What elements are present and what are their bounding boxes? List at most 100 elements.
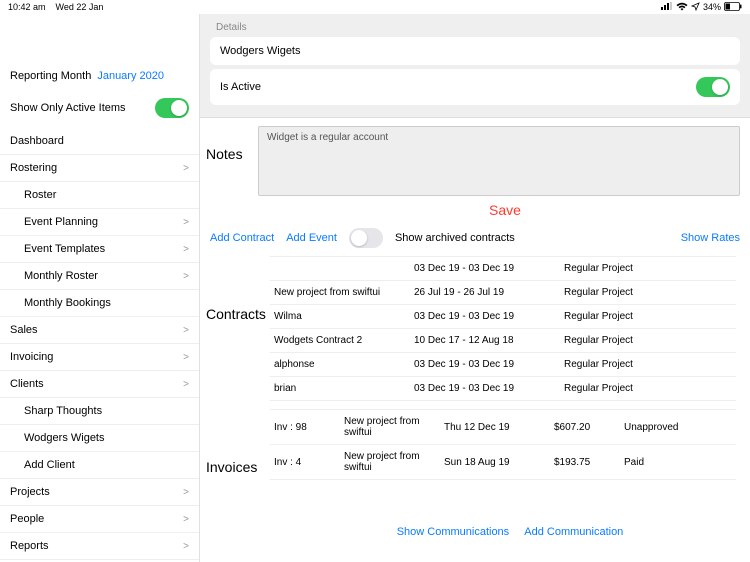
chevron-right-icon: > [183, 244, 189, 255]
contract-type: Regular Project [564, 383, 684, 394]
status-time: 10:42 am [8, 2, 46, 12]
is-active-toggle[interactable] [696, 77, 730, 97]
sidebar-item-label: Roster [24, 189, 56, 201]
add-communication-button[interactable]: Add Communication [524, 526, 623, 538]
add-contract-button[interactable]: Add Contract [210, 232, 274, 244]
wifi-icon [676, 2, 688, 13]
invoice-status: Unapproved [624, 422, 714, 433]
sidebar-item-label: Add Client [24, 459, 75, 471]
contract-row[interactable]: alphonse 03 Dec 19 - 03 Dec 19 Regular Pro… [270, 353, 736, 377]
reporting-month-value[interactable]: January 2020 [97, 70, 164, 82]
invoice-row[interactable]: Inv : 98 New project from swiftui Thu 12 D… [270, 409, 736, 445]
contract-name: Wodgets Contract 2 [274, 335, 404, 346]
contract-row[interactable]: Wilma03 Dec 19 - 03 Dec 19Regular Projec… [270, 305, 736, 329]
sidebar-item-label: Invoicing [10, 351, 53, 363]
invoice-amount: $607.20 [554, 422, 614, 433]
contract-row[interactable]: 03 Dec 19 - 03 Dec 19 Regular Project [270, 256, 736, 281]
contract-type: Regular Project [564, 287, 684, 298]
sidebar-item-label: Rostering [10, 162, 57, 174]
invoice-project: New project from swiftui [344, 416, 434, 438]
communications-row: Show Communications Add Communication [270, 514, 750, 550]
chevron-right-icon: > [183, 379, 189, 390]
invoice-number: Inv : 98 [274, 422, 334, 433]
add-event-button[interactable]: Add Event [286, 232, 337, 244]
sidebar-item-label: Event Templates [24, 243, 105, 255]
sidebar-item-label: Monthly Bookings [24, 297, 111, 309]
sidebar-item-sharp-thoughts[interactable]: Sharp Thoughts [0, 398, 199, 425]
show-rates-button[interactable]: Show Rates [681, 232, 740, 244]
contract-actions-row: Add Contract Add Event Show archived con… [200, 224, 750, 252]
contract-dates: 26 Jul 19 - 26 Jul 19 [414, 287, 554, 298]
sidebar-item-monthly-roster[interactable]: Monthly Roster> [0, 263, 199, 290]
sidebar-item-label: Dashboard [10, 135, 64, 147]
is-active-label: Is Active [220, 81, 261, 93]
chevron-right-icon: > [183, 514, 189, 525]
contract-name: New project from swiftui [274, 287, 404, 298]
sidebar-item-sales[interactable]: Sales> [0, 317, 199, 344]
invoice-row[interactable]: Inv : 4New project from swiftuiSun 18 Au… [270, 445, 736, 480]
show-active-label: Show Only Active Items [10, 102, 126, 114]
invoice-project: New project from swiftui [344, 451, 434, 473]
is-active-row: Is Active [210, 69, 740, 105]
chevron-right-icon: > [183, 541, 189, 552]
invoice-date: Thu 12 Dec 19 [444, 422, 544, 433]
contracts-title: Contracts [200, 256, 270, 322]
sidebar-item-label: Wodgers Wigets [24, 432, 105, 444]
client-name-value: Wodgers Wigets [220, 45, 301, 57]
contract-type: Regular Project [564, 359, 684, 370]
chevron-right-icon: > [183, 163, 189, 174]
invoice-status: Paid [624, 457, 714, 468]
sidebar-item-monthly-bookings[interactable]: Monthly Bookings [0, 290, 199, 317]
sidebar-item-roster[interactable]: Roster [0, 182, 199, 209]
chevron-right-icon: > [183, 325, 189, 336]
contract-name: alphonse [274, 359, 404, 370]
sidebar-item-label: Reports [10, 540, 49, 552]
chevron-right-icon: > [183, 217, 189, 228]
sidebar-item-clients[interactable]: Clients > [0, 371, 199, 398]
sidebar-item-event-templates[interactable]: Event Templates > [0, 236, 199, 263]
content-area: Details Wodgers Wigets Is Active Notes W… [200, 14, 750, 562]
sidebar-item-label: Projects [10, 486, 50, 498]
sidebar-item-people[interactable]: People > [0, 506, 199, 533]
sidebar-item-invoicing[interactable]: Invoicing > [0, 344, 199, 371]
notes-title: Notes [200, 126, 258, 162]
contracts-table: 03 Dec 19 - 03 Dec 19Regular ProjectNew … [270, 256, 750, 401]
status-right: 34% [661, 2, 742, 13]
sidebar-item-event-planning[interactable]: Event Planning> [0, 209, 199, 236]
contract-dates: 03 Dec 19 - 03 Dec 19 [414, 359, 554, 370]
sidebar-item-label: Sharp Thoughts [24, 405, 102, 417]
contract-type: Regular Project [564, 263, 684, 274]
contract-row[interactable]: New project from swiftui 26 Jul 19 - 26 J… [270, 281, 736, 305]
sidebar-item-add-client[interactable]: Add Client [0, 452, 199, 479]
contract-row[interactable]: Wodgets Contract 210 Dec 17 - 12 Aug 18R… [270, 329, 736, 353]
sidebar-item-reports[interactable]: Reports > [0, 533, 199, 560]
sidebar-item-label: Monthly Roster [24, 270, 98, 282]
show-active-toggle[interactable] [155, 98, 189, 118]
sidebar-item-wodgers-wigets[interactable]: Wodgers Wigets [0, 425, 199, 452]
sidebar: Reporting Month January 2020 Show Only A… [0, 14, 200, 562]
sidebar-item-label: People [10, 513, 44, 525]
contracts-section: Contracts 03 Dec 19 - 03 Dec 19 Regular P… [200, 252, 750, 405]
notes-textarea[interactable]: Widget is a regular account [258, 126, 740, 196]
sidebar-item-label: Clients [10, 378, 44, 390]
contract-type: Regular Project [564, 311, 684, 322]
contract-dates: 03 Dec 19 - 03 Dec 19 [414, 263, 554, 274]
sidebar-item-projects[interactable]: Projects > [0, 479, 199, 506]
battery-percent: 34% [703, 2, 721, 12]
contract-name: brian [274, 383, 404, 394]
sidebar-item-rostering[interactable]: Rostering > [0, 155, 199, 182]
show-communications-button[interactable]: Show Communications [397, 526, 510, 538]
location-icon [691, 2, 700, 13]
reporting-month-label: Reporting Month [10, 70, 91, 82]
sidebar-item-dashboard[interactable]: Dashboard [0, 128, 199, 155]
chevron-right-icon: > [183, 487, 189, 498]
show-active-row: Show Only Active Items [0, 88, 199, 128]
save-button[interactable]: Save [260, 196, 750, 224]
chevron-right-icon: > [183, 352, 189, 363]
contract-row[interactable]: brian03 Dec 19 - 03 Dec 19Regular Projec… [270, 377, 736, 401]
invoice-date: Sun 18 Aug 19 [444, 457, 544, 468]
show-archived-toggle[interactable] [349, 228, 383, 248]
reporting-month-row[interactable]: Reporting Month January 2020 [0, 64, 199, 88]
client-name-field[interactable]: Wodgers Wigets [210, 37, 740, 65]
battery-icon [724, 2, 742, 13]
